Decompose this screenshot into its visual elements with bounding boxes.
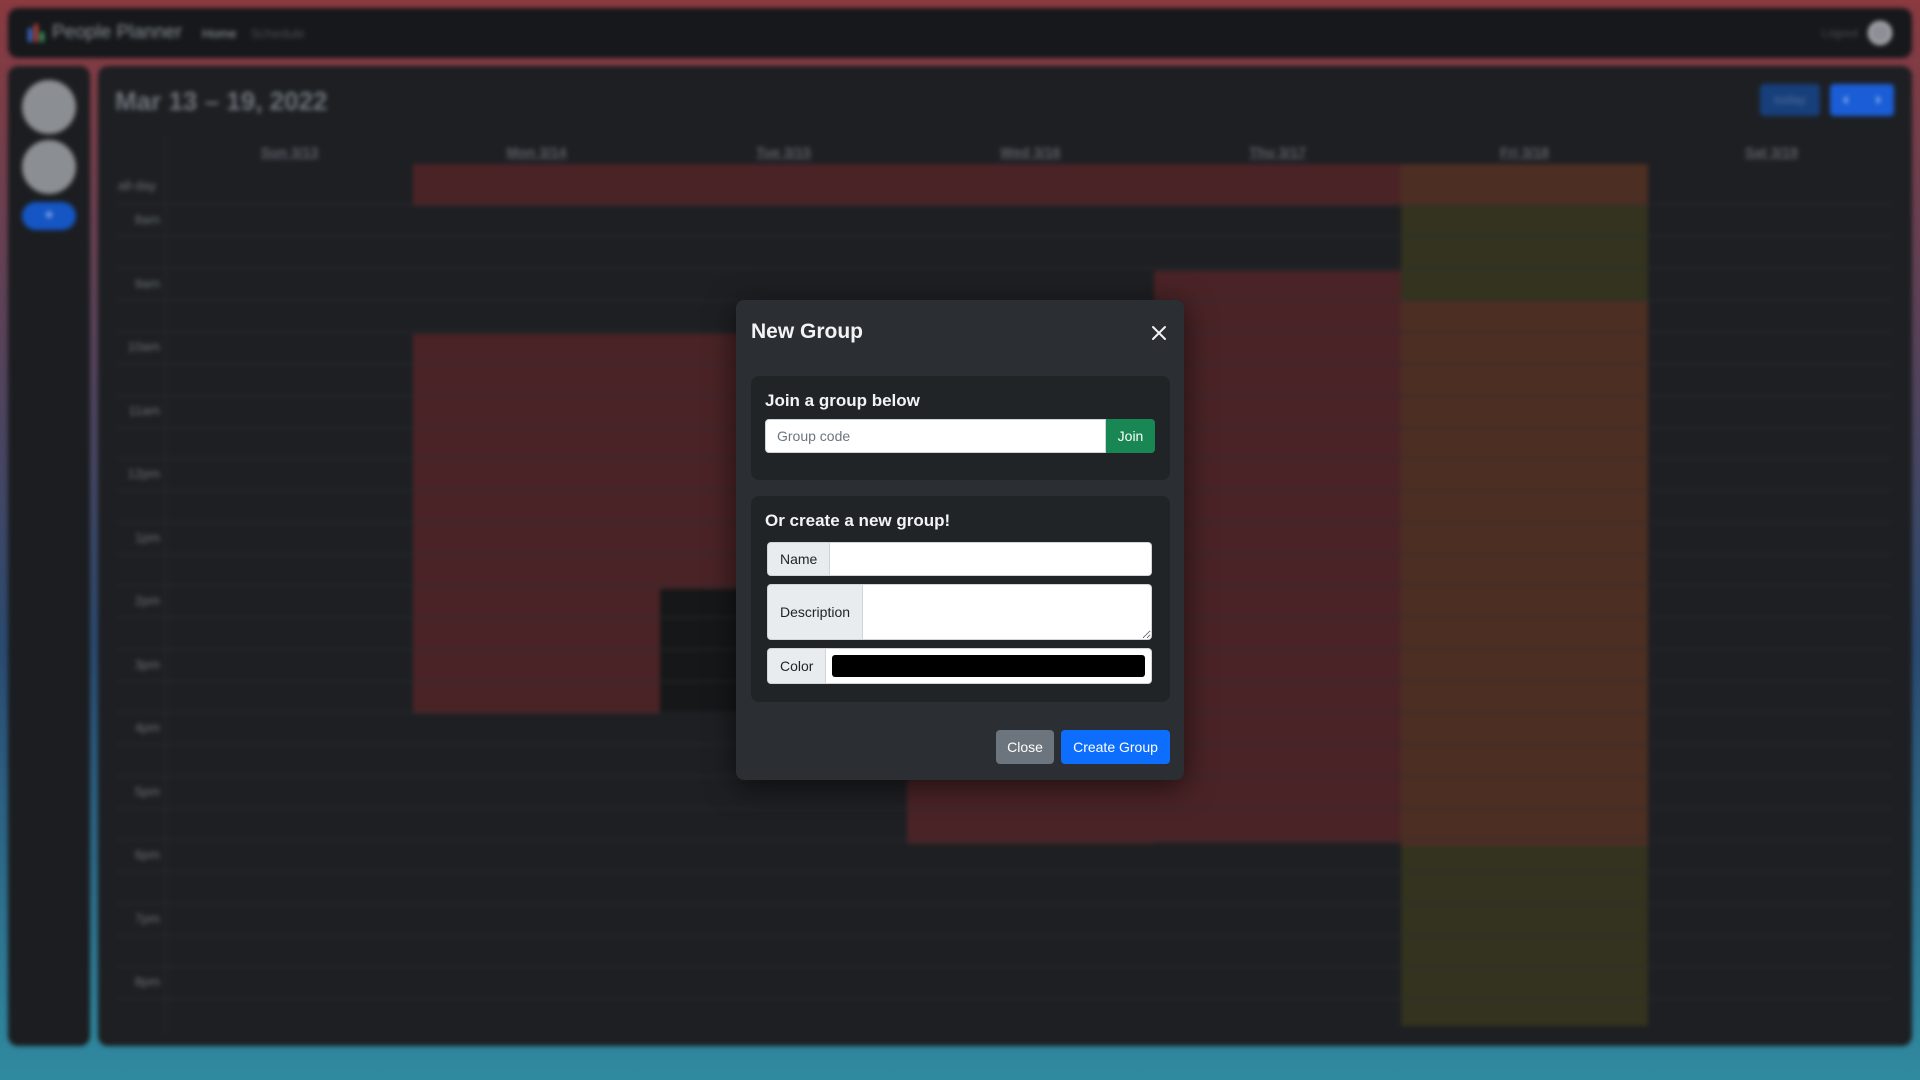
grid-line — [116, 966, 1892, 967]
color-label: Color — [767, 648, 827, 684]
day-header: Thu 3/17 — [1249, 144, 1306, 160]
grid-line — [116, 236, 1892, 237]
day-header: Wed 3/16 — [1000, 144, 1061, 160]
day-header: Mon 3/14 — [506, 144, 567, 160]
time-label: 8pm — [134, 974, 160, 989]
time-label: 5pm — [134, 783, 160, 799]
create-group-card: Or create a new group! Name Description … — [751, 496, 1170, 702]
grid-line — [116, 934, 1892, 936]
day-header: Tue 3/15 — [756, 144, 811, 160]
grid-line — [116, 871, 1892, 872]
add-group-button[interactable]: + — [22, 202, 76, 230]
grid-line — [116, 807, 1892, 809]
description-field-row: Description — [767, 584, 1152, 640]
chevron-left-icon[interactable]: ‹ — [1830, 84, 1862, 116]
modal-title: New Group — [751, 320, 864, 343]
grid-line — [116, 204, 1892, 205]
calendar-gutter-line — [165, 136, 166, 1036]
day-header: Fri 3/18 — [1499, 144, 1550, 160]
time-label: 12pm — [127, 466, 160, 481]
color-field-row: Color — [767, 648, 1152, 684]
allday-label: all-day — [118, 178, 157, 193]
time-label: 7pm — [134, 910, 160, 926]
close-button[interactable]: Close — [996, 730, 1054, 764]
time-label: 4pm — [134, 720, 160, 735]
name-label: Name — [767, 542, 831, 576]
new-group-modal: New Group Join a group below Join Or cre… — [736, 300, 1184, 780]
time-label: 1pm — [134, 529, 160, 545]
time-label: 8am — [134, 212, 160, 227]
day-header: Sun 3/13 — [260, 144, 319, 160]
grid-line — [116, 267, 1892, 269]
name-input[interactable] — [830, 542, 1152, 576]
grid-line — [116, 998, 1892, 999]
brand[interactable]: People Planner — [28, 22, 182, 44]
time-label: 11am — [128, 402, 160, 418]
availability-block[interactable] — [413, 164, 660, 206]
time-label: 10am — [127, 339, 160, 354]
availability-block[interactable] — [907, 164, 1154, 206]
today-button[interactable]: today — [1760, 84, 1820, 116]
calendar-title: Mar 13 – 19, 2022 — [115, 86, 328, 116]
brand-name: People Planner — [52, 22, 182, 43]
color-picker[interactable] — [826, 648, 1152, 684]
create-group-button[interactable]: Create Group — [1061, 730, 1170, 764]
availability-block[interactable] — [660, 164, 907, 206]
time-label: 2pm — [134, 593, 160, 608]
group-avatar[interactable] — [22, 140, 76, 194]
day-header: Sat 3/19 — [1745, 144, 1798, 160]
grid-line — [116, 902, 1892, 904]
user-avatar[interactable] — [1868, 21, 1892, 45]
calendar-nav: ‹ › — [1830, 84, 1894, 116]
name-field-row: Name — [767, 542, 1152, 576]
group-sidebar: + — [8, 66, 90, 1046]
description-label: Description — [767, 584, 864, 640]
availability-block[interactable] — [1401, 301, 1648, 846]
brand-logo-icon — [28, 24, 44, 42]
group-avatar[interactable] — [22, 80, 76, 134]
time-label: 6pm — [134, 847, 160, 862]
join-group-card: Join a group below Join — [751, 376, 1170, 480]
availability-block[interactable] — [1401, 164, 1648, 206]
time-label: 9am — [134, 275, 160, 291]
nav-link-home[interactable]: Home — [202, 26, 237, 41]
nav-link-schedule[interactable]: Schedule — [251, 26, 305, 41]
group-code-input[interactable] — [765, 419, 1106, 453]
navbar: People Planner Home Schedule Logout — [8, 8, 1912, 58]
availability-block[interactable] — [1401, 206, 1648, 301]
close-icon[interactable] — [1144, 318, 1174, 348]
description-input[interactable] — [863, 584, 1152, 640]
availability-block[interactable] — [1154, 164, 1401, 206]
time-label: 3pm — [134, 656, 160, 672]
create-heading: Or create a new group! — [765, 511, 951, 530]
chevron-right-icon[interactable]: › — [1862, 84, 1894, 116]
availability-block[interactable] — [1401, 846, 1648, 1026]
availability-block[interactable] — [1154, 271, 1401, 843]
join-button[interactable]: Join — [1106, 419, 1155, 453]
grid-line — [116, 839, 1892, 840]
join-heading: Join a group below — [765, 391, 920, 410]
availability-block[interactable] — [413, 334, 660, 714]
color-swatch[interactable] — [832, 655, 1145, 677]
logout-link[interactable]: Logout — [1821, 26, 1858, 40]
